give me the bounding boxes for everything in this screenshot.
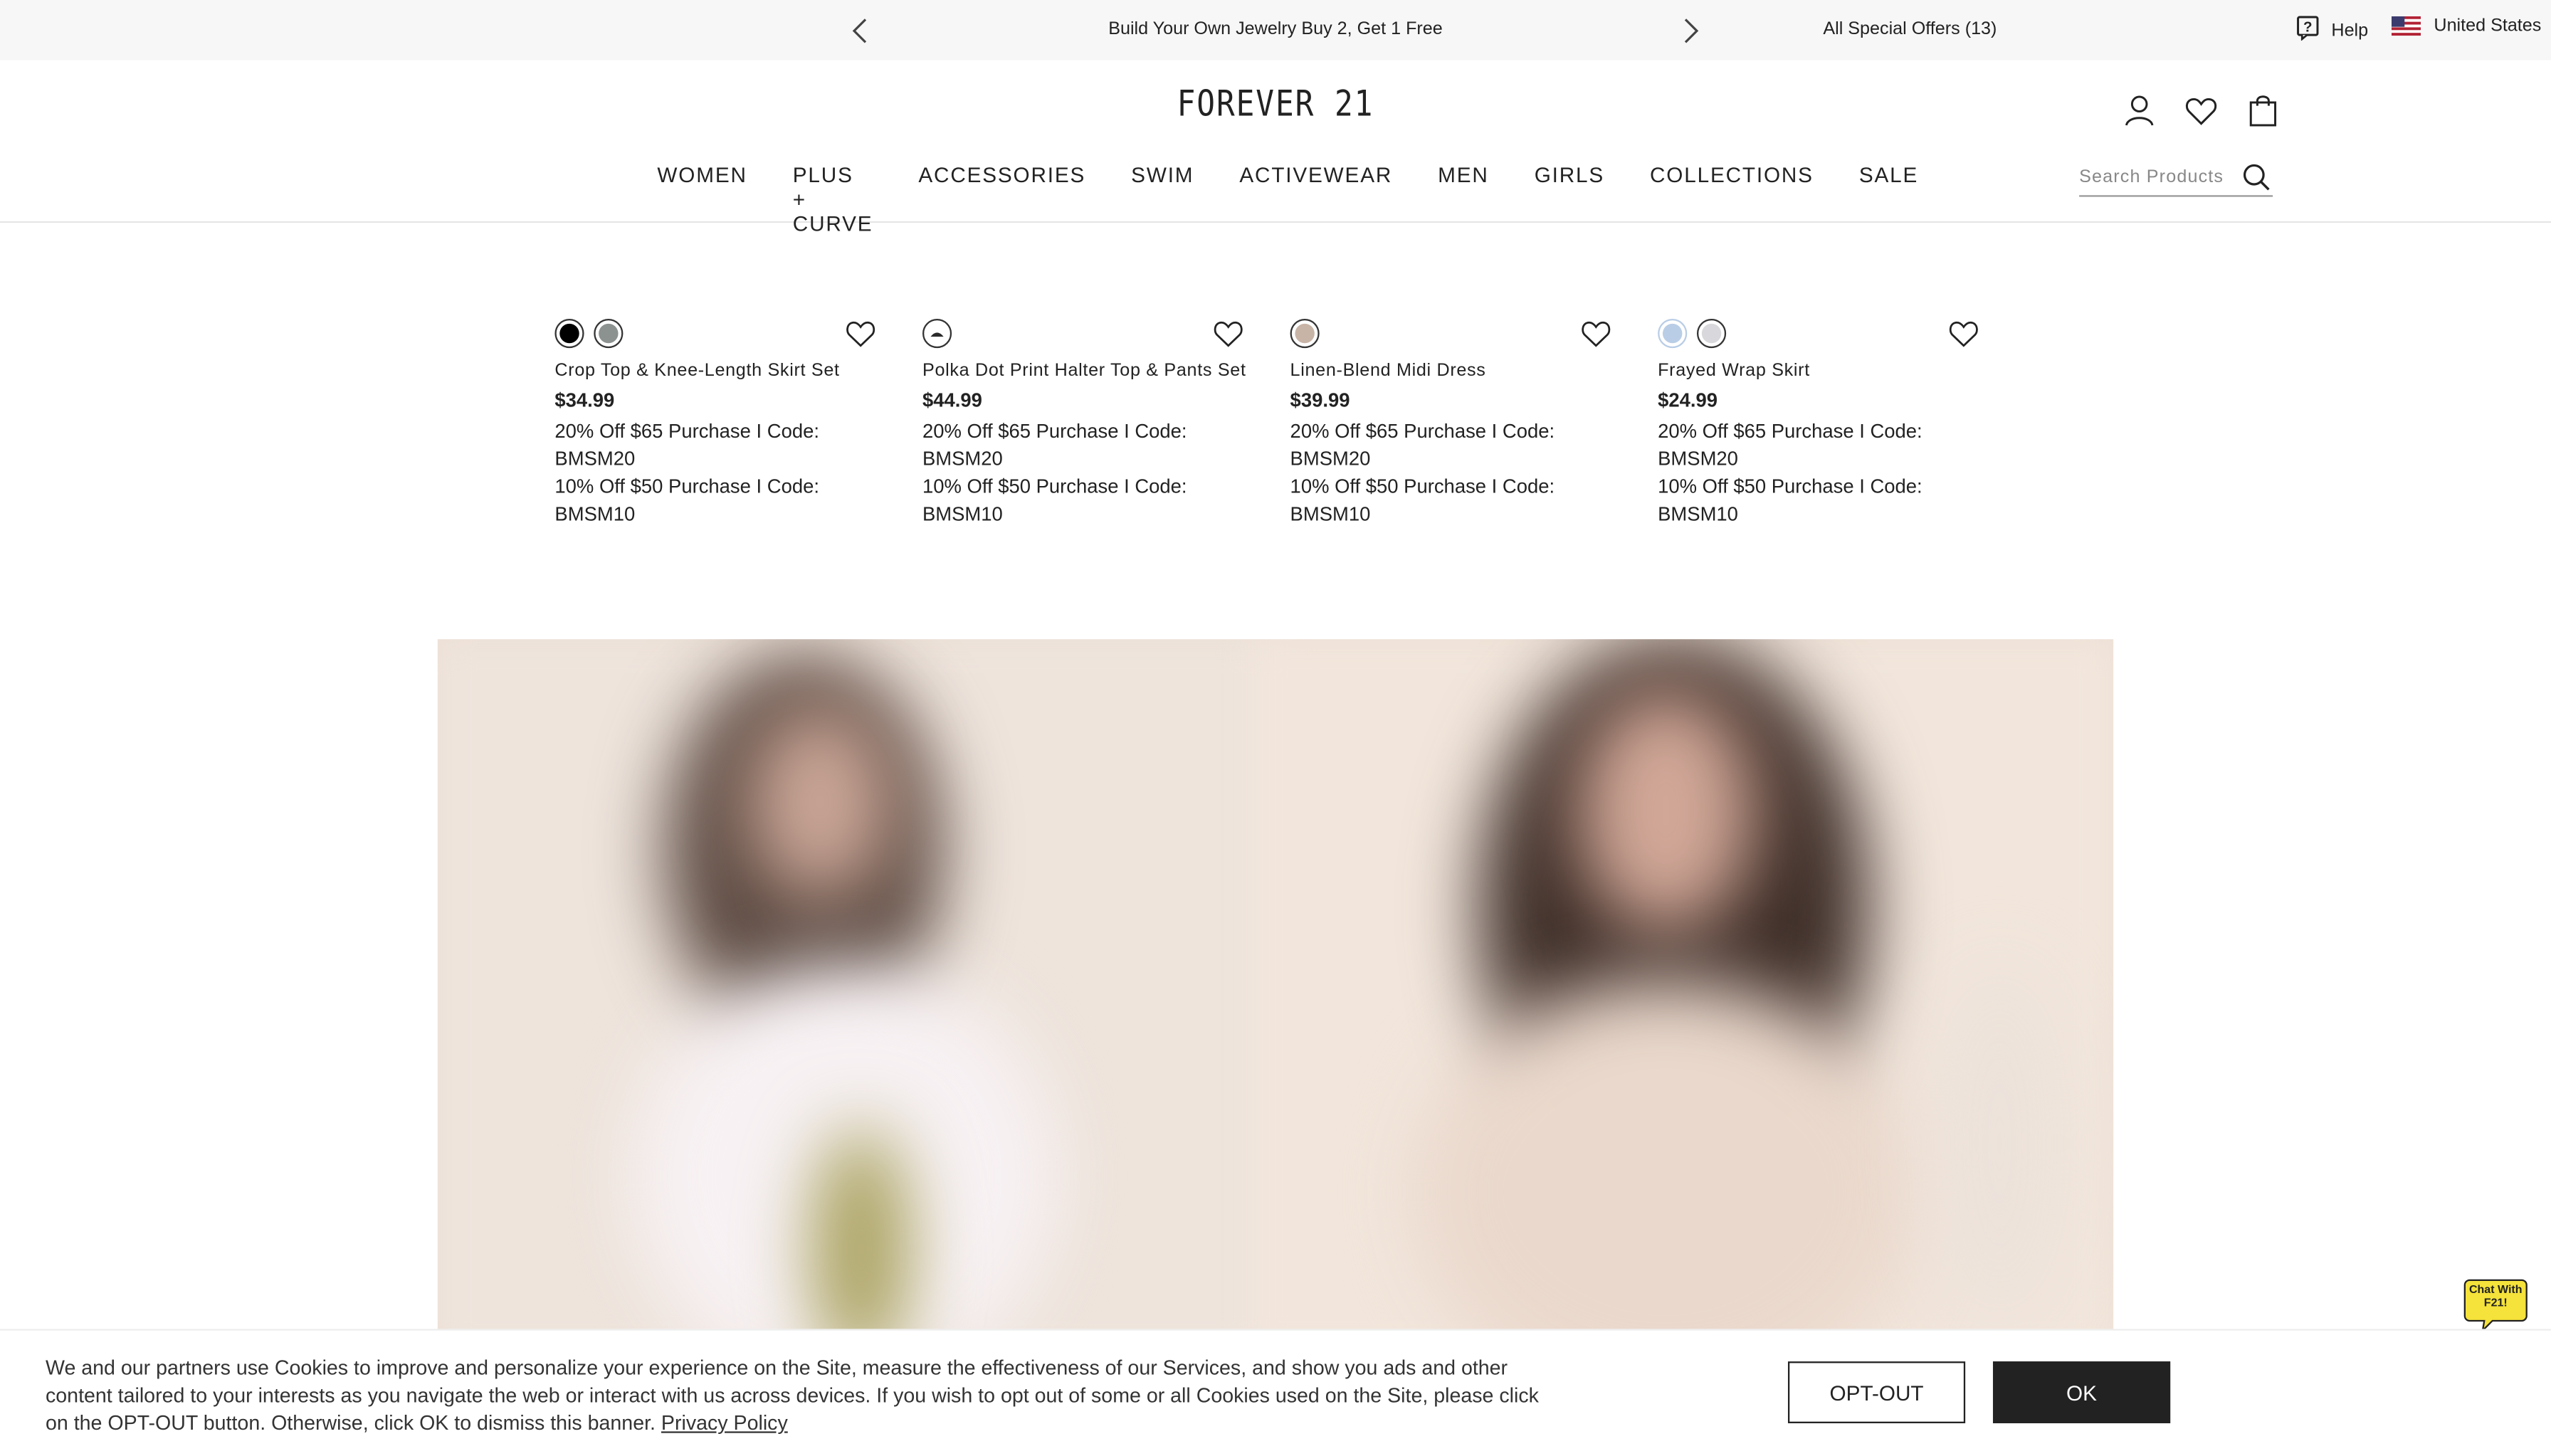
product-promo: 20% Off $65 Purchase I Code: BMSM20	[1290, 419, 1555, 470]
product-name[interactable]: Crop Top & Knee-Length Skirt Set	[554, 361, 896, 380]
help-label: Help	[2331, 20, 2369, 40]
heart-icon[interactable]	[1212, 319, 1245, 348]
nav-men[interactable]: MEN	[1415, 163, 1512, 236]
promo-next-icon[interactable]	[1679, 16, 1702, 46]
product-promo: 10% Off $50 Purchase I Code: BMSM10	[922, 475, 1187, 526]
product-card[interactable]: Frayed Wrap Skirt $24.99 20% Off $65 Pur…	[1658, 318, 1999, 529]
shopping-bag-icon[interactable]	[2245, 93, 2281, 128]
product-price: $24.99	[1658, 389, 1718, 412]
product-name[interactable]: Frayed Wrap Skirt	[1658, 361, 1999, 380]
cookie-banner: We and our partners use Cookies to impro…	[0, 1329, 2551, 1456]
promo-bar: Build Your Own Jewelry Buy 2, Get 1 Free…	[0, 0, 2551, 60]
color-swatch[interactable]	[554, 318, 584, 349]
product-promo: 10% Off $50 Purchase I Code: BMSM10	[1658, 475, 1923, 526]
product-promo: 20% Off $65 Purchase I Code: BMSM20	[1658, 419, 1923, 470]
cookie-text: We and our partners use Cookies to impro…	[46, 1355, 1542, 1438]
product-promo: 10% Off $50 Purchase I Code: BMSM10	[1290, 475, 1555, 526]
header-actions	[2122, 93, 2281, 128]
help-icon: ?	[2295, 15, 2322, 46]
nav-sale[interactable]: SALE	[1836, 163, 1941, 236]
special-offers-link[interactable]: All Special Offers (13)	[1789, 19, 2030, 38]
product-promo: 10% Off $50 Purchase I Code: BMSM10	[554, 475, 819, 526]
hero-banner-image[interactable]	[437, 639, 2114, 1355]
color-swatch[interactable]	[1696, 318, 1727, 349]
search-box	[2079, 158, 2273, 197]
search-icon[interactable]	[2242, 162, 2271, 191]
ok-button[interactable]: OK	[1992, 1361, 2171, 1423]
color-swatch[interactable]	[1290, 318, 1320, 349]
wishlist-icon[interactable]	[2183, 93, 2219, 128]
nav-girls[interactable]: GIRLS	[1512, 163, 1627, 236]
opt-out-button[interactable]: OPT-OUT	[1787, 1361, 1966, 1423]
product-promo: 20% Off $65 Purchase I Code: BMSM20	[922, 419, 1187, 470]
heart-icon[interactable]	[1579, 319, 1612, 348]
site-logo[interactable]: FOREVER 21	[1159, 85, 1392, 125]
nav-accessories[interactable]: ACCESSORIES	[895, 163, 1108, 236]
nav-collections[interactable]: COLLECTIONS	[1627, 163, 1836, 236]
heart-icon[interactable]	[844, 319, 877, 348]
svg-text:?: ?	[2303, 19, 2313, 36]
nav-plus-curve[interactable]: PLUS + CURVE	[770, 163, 896, 236]
product-name[interactable]: Linen-Blend Midi Dress	[1290, 361, 1632, 380]
product-promo: 20% Off $65 Purchase I Code: BMSM20	[554, 419, 819, 470]
chat-label: Chat With F21!	[2468, 1284, 2523, 1309]
us-flag-icon	[2391, 16, 2421, 36]
product-price: $44.99	[922, 389, 982, 412]
page-root: Build Your Own Jewelry Buy 2, Get 1 Free…	[0, 0, 2551, 1456]
nav-activewear[interactable]: ACTIVEWEAR	[1216, 163, 1415, 236]
cookie-message: We and our partners use Cookies to impro…	[45, 1356, 1539, 1435]
product-price: $39.99	[1290, 389, 1350, 412]
product-card[interactable]: Crop Top & Knee-Length Skirt Set $34.99 …	[554, 318, 896, 529]
color-swatch[interactable]	[1658, 318, 1688, 349]
nav-swim[interactable]: SWIM	[1108, 163, 1216, 236]
country-selector[interactable]: United States	[2391, 16, 2542, 36]
site-header: FOREVER 21 WOMEN PLUS + CURVE ACCESSORIE…	[0, 60, 2551, 236]
promo-message[interactable]: Build Your Own Jewelry Buy 2, Get 1 Free	[1041, 19, 1510, 38]
search-input[interactable]	[2079, 167, 2236, 186]
color-swatch[interactable]	[922, 318, 952, 349]
account-icon[interactable]	[2122, 93, 2157, 128]
nav-women[interactable]: WOMEN	[634, 163, 769, 236]
heart-icon[interactable]	[1947, 319, 1980, 348]
color-swatch[interactable]	[594, 318, 624, 349]
main-nav: WOMEN PLUS + CURVE ACCESSORIES SWIM ACTI…	[634, 163, 1920, 236]
country-label: United States	[2434, 16, 2542, 36]
privacy-policy-link[interactable]: Privacy Policy	[661, 1412, 788, 1435]
product-name[interactable]: Polka Dot Print Halter Top & Pants Set	[922, 361, 1264, 380]
promo-prev-icon[interactable]	[849, 16, 872, 46]
chat-button[interactable]: Chat With F21!	[2463, 1277, 2528, 1334]
product-card[interactable]: Polka Dot Print Halter Top & Pants Set $…	[922, 318, 1264, 529]
help-link[interactable]: ? Help	[2295, 15, 2368, 46]
product-price: $34.99	[554, 389, 615, 412]
product-card[interactable]: Linen-Blend Midi Dress $39.99 20% Off $6…	[1290, 318, 1632, 529]
